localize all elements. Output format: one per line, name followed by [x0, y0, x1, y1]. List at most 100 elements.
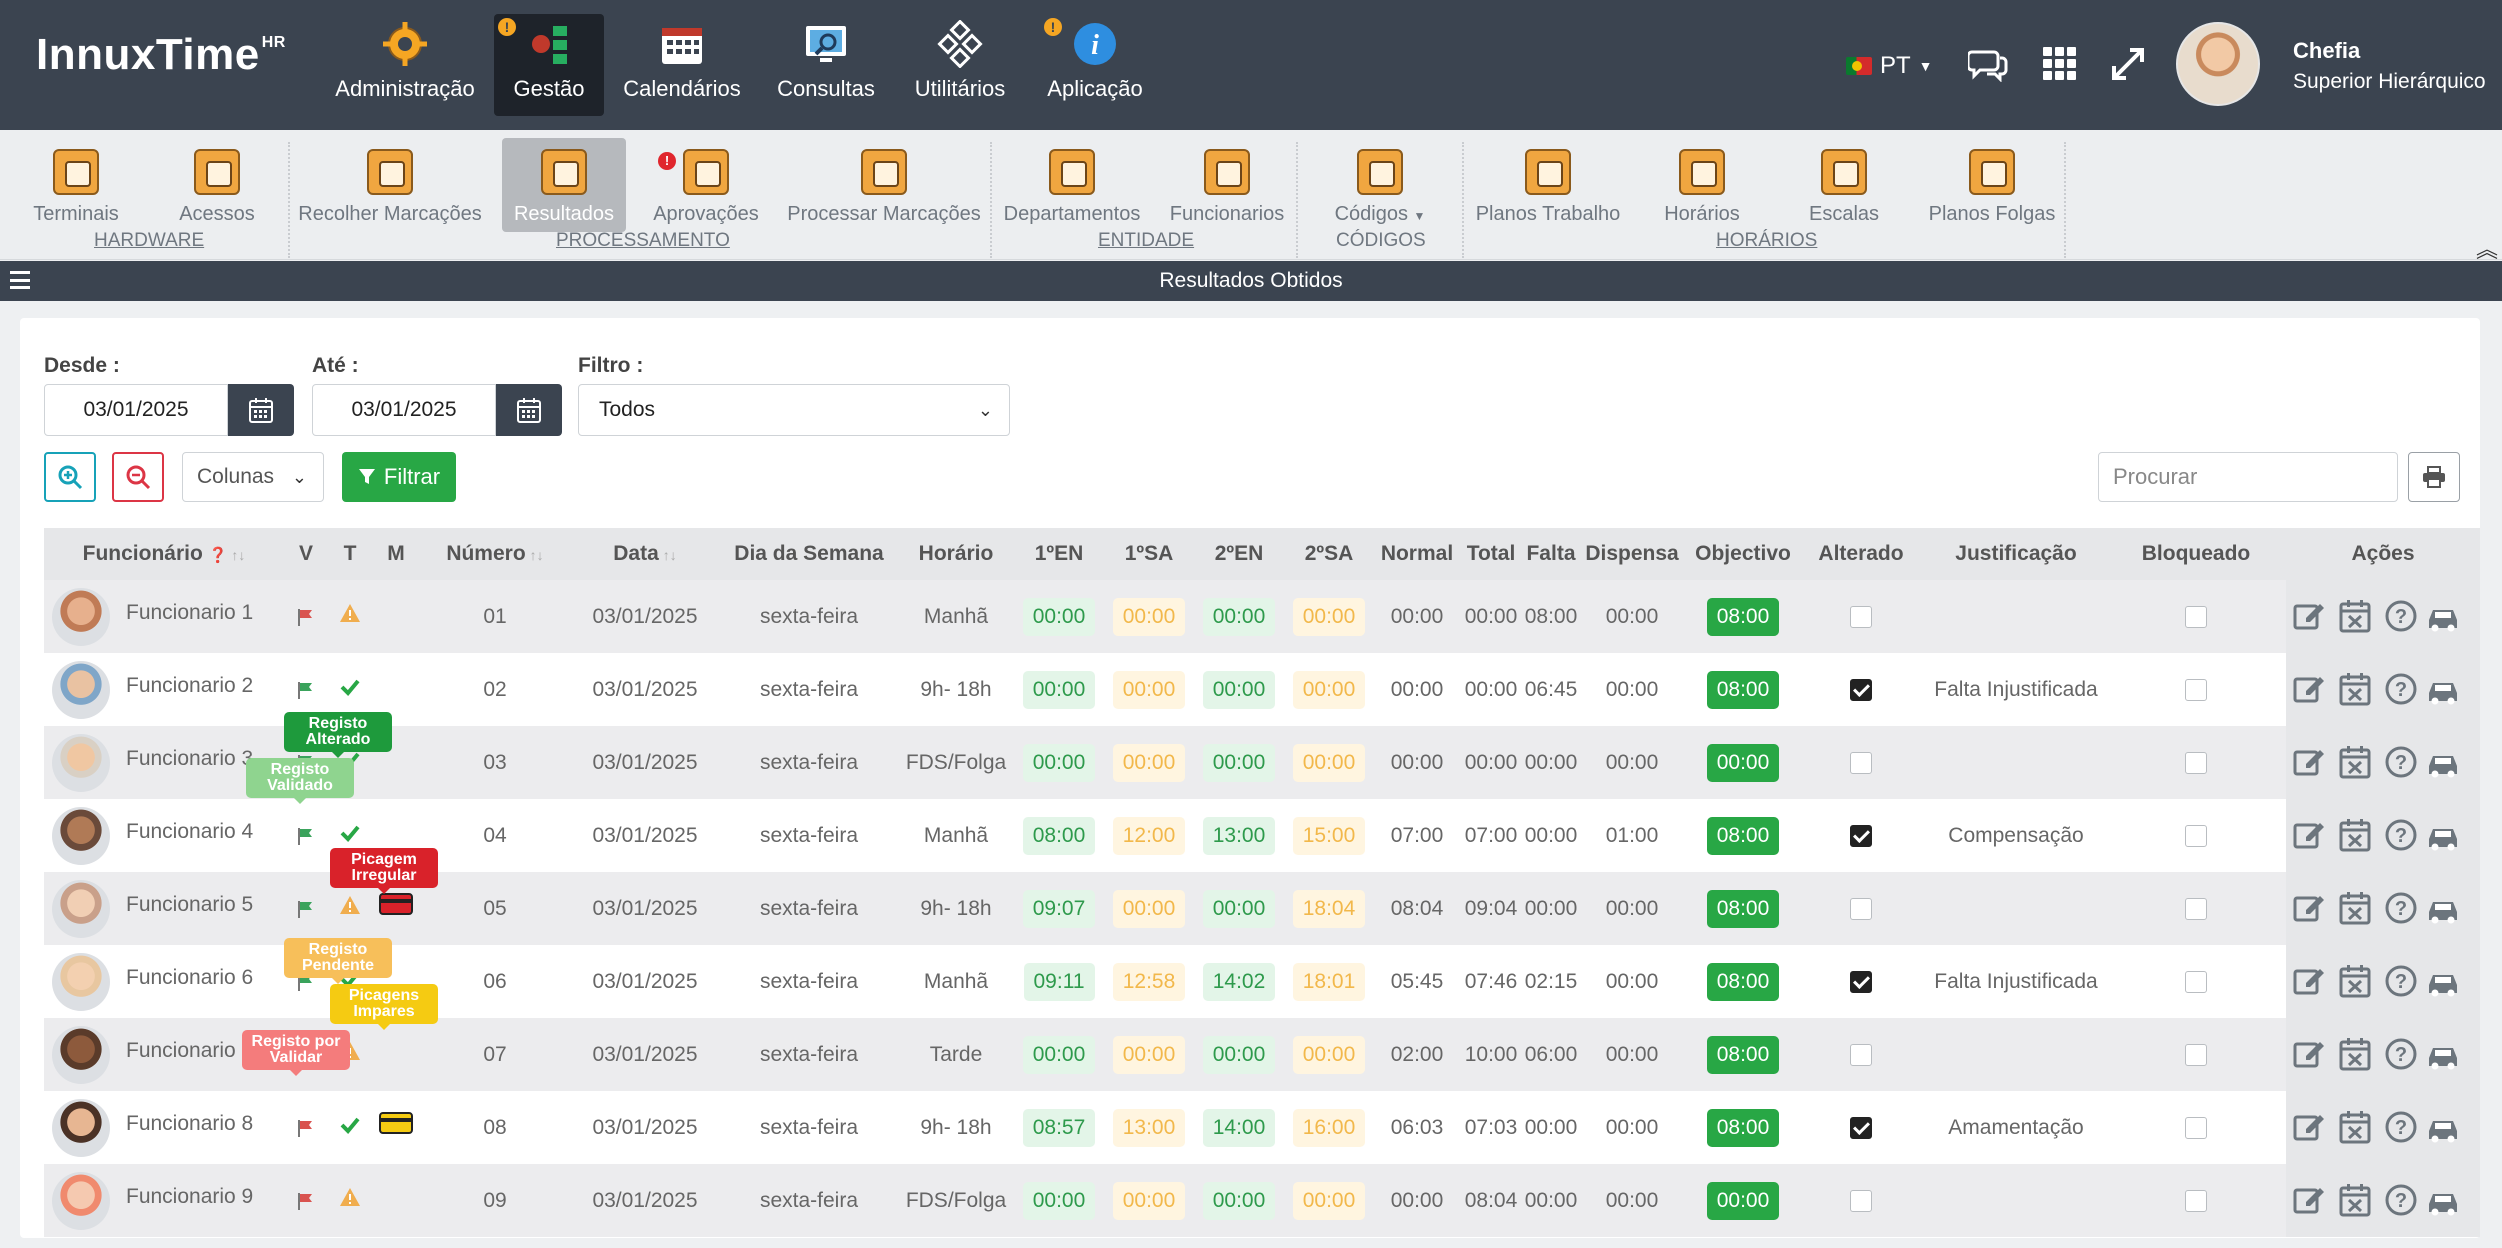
apps-grid-icon[interactable] [2042, 46, 2078, 82]
employee-cell[interactable]: Funcionario 4 [44, 799, 284, 872]
bloqueado-checkbox[interactable] [2185, 606, 2207, 629]
2sa-value[interactable]: 00:00 [1292, 1036, 1366, 1074]
edit-icon[interactable] [2292, 890, 2326, 926]
1en-value[interactable]: 09:11 [1023, 963, 1095, 1001]
col-justificacao[interactable]: Justificação [1920, 528, 2112, 580]
user-avatar[interactable] [2176, 22, 2260, 106]
search-input[interactable]: Procurar [2098, 452, 2398, 502]
edit-icon[interactable] [2292, 963, 2326, 999]
delete-calendar-icon[interactable] [2338, 1182, 2372, 1218]
help-circle-icon[interactable]: ? [2384, 963, 2418, 999]
nav-administracao[interactable]: Administração [332, 14, 478, 116]
group-entidade[interactable]: ENTIDADE [1098, 230, 1194, 252]
delete-calendar-icon[interactable] [2338, 817, 2372, 853]
delete-calendar-icon[interactable] [2338, 1036, 2372, 1072]
2en-value[interactable]: 00:00 [1202, 671, 1276, 709]
1sa-value[interactable]: 00:00 [1112, 744, 1186, 782]
help-circle-icon[interactable]: ? [2384, 890, 2418, 926]
group-hardware[interactable]: HARDWARE [94, 230, 204, 252]
car-icon[interactable] [2426, 671, 2460, 707]
ribbon-aprovacoes[interactable]: ! Aprovações [650, 138, 762, 232]
1en-value[interactable]: 00:00 [1022, 744, 1096, 782]
1sa-value[interactable]: 00:00 [1112, 890, 1186, 928]
col-1en[interactable]: 1ºEN [1014, 528, 1104, 580]
col-normal[interactable]: Normal [1374, 528, 1460, 580]
help-circle-icon[interactable]: ? [2384, 744, 2418, 780]
col-alterado[interactable]: Alterado [1802, 528, 1920, 580]
ribbon-planos-folgas[interactable]: Planos Folgas [1926, 138, 2058, 232]
language-selector[interactable]: PT ▼ [1846, 52, 1933, 80]
car-icon[interactable] [2426, 744, 2460, 780]
1sa-value[interactable]: 00:00 [1112, 671, 1186, 709]
ribbon-processar-marcacoes[interactable]: Processar Marcações [787, 138, 981, 232]
ribbon-planos-trabalho[interactable]: Planos Trabalho [1474, 138, 1622, 232]
ate-calendar-button[interactable] [496, 384, 562, 436]
table-row[interactable]: Funcionario 8 08 03/01/2025 sexta-feira 9h- … [44, 1091, 2480, 1164]
edit-icon[interactable] [2292, 1109, 2326, 1145]
flag-red-icon[interactable] [296, 607, 316, 627]
1sa-value[interactable]: 00:00 [1112, 1036, 1186, 1074]
col-funcionario[interactable]: Funcionário ❓ ↑↓ [44, 528, 284, 580]
flag-red-icon[interactable] [296, 1191, 316, 1211]
alterado-checkbox[interactable] [1850, 606, 1872, 629]
ribbon-terminais[interactable]: Terminais [30, 138, 122, 232]
bloqueado-checkbox[interactable] [2185, 752, 2207, 775]
nav-consultas[interactable]: Consultas [770, 14, 882, 116]
2en-value[interactable]: 13:00 [1202, 817, 1276, 855]
help-circle-icon[interactable]: ? [2384, 1036, 2418, 1072]
car-icon[interactable] [2426, 890, 2460, 926]
2sa-value[interactable]: 18:01 [1292, 963, 1366, 1001]
delete-calendar-icon[interactable] [2338, 744, 2372, 780]
flag-green-icon[interactable] [296, 826, 316, 846]
1sa-value[interactable]: 13:00 [1112, 1109, 1186, 1147]
fullscreen-icon[interactable] [2110, 46, 2146, 82]
2sa-value[interactable]: 00:00 [1292, 671, 1366, 709]
1en-value[interactable]: 08:00 [1022, 817, 1096, 855]
col-dispensa[interactable]: Dispensa [1580, 528, 1684, 580]
print-button[interactable] [2408, 452, 2460, 502]
desde-date-input[interactable]: 03/01/2025 [44, 384, 228, 436]
edit-icon[interactable] [2292, 671, 2326, 707]
col-objectivo[interactable]: Objectivo [1684, 528, 1802, 580]
bloqueado-checkbox[interactable] [2185, 1117, 2207, 1140]
bloqueado-checkbox[interactable] [2185, 679, 2207, 702]
nav-aplicacao[interactable]: ! i Aplicação [1040, 14, 1150, 116]
col-data[interactable]: Data ↑↓ [570, 528, 720, 580]
bloqueado-checkbox[interactable] [2185, 898, 2207, 921]
edit-icon[interactable] [2292, 1182, 2326, 1218]
2en-value[interactable]: 14:02 [1202, 963, 1276, 1001]
bloqueado-checkbox[interactable] [2185, 1044, 2207, 1067]
flag-green-icon[interactable] [296, 899, 316, 919]
1en-value[interactable]: 00:00 [1022, 1036, 1096, 1074]
flag-green-icon[interactable] [296, 680, 316, 700]
2en-value[interactable]: 14:00 [1202, 1109, 1276, 1147]
col-v[interactable]: V [284, 528, 328, 580]
ribbon-funcionarios[interactable]: Funcionarios [1168, 138, 1286, 232]
car-icon[interactable] [2426, 1182, 2460, 1218]
desde-calendar-button[interactable] [228, 384, 294, 436]
1en-value[interactable]: 08:57 [1022, 1109, 1096, 1147]
car-icon[interactable] [2426, 817, 2460, 853]
nav-calendarios[interactable]: Calendários [620, 14, 744, 116]
edit-icon[interactable] [2292, 598, 2326, 634]
nav-utilitarios[interactable]: Utilitários [906, 14, 1014, 116]
alterado-checkbox[interactable] [1850, 679, 1872, 702]
col-1sa[interactable]: 1ºSA [1104, 528, 1194, 580]
2sa-value[interactable]: 00:00 [1292, 598, 1366, 636]
1sa-value[interactable]: 12:00 [1112, 817, 1186, 855]
group-horarios[interactable]: HORÁRIOS [1716, 230, 1817, 252]
employee-cell[interactable]: Funcionario 9 [44, 1164, 284, 1237]
bloqueado-checkbox[interactable] [2185, 1190, 2207, 1213]
help-circle-icon[interactable]: ? [2384, 598, 2418, 634]
col-numero[interactable]: Número ↑↓ [420, 528, 570, 580]
alterado-checkbox[interactable] [1850, 1117, 1872, 1140]
edit-icon[interactable] [2292, 1036, 2326, 1072]
nav-gestao[interactable]: ! Gestão [494, 14, 604, 116]
alterado-checkbox[interactable] [1850, 971, 1872, 994]
employee-cell[interactable]: Funcionario 5 [44, 872, 284, 945]
col-2sa[interactable]: 2ºSA [1284, 528, 1374, 580]
delete-calendar-icon[interactable] [2338, 1109, 2372, 1145]
delete-calendar-icon[interactable] [2338, 598, 2372, 634]
alterado-checkbox[interactable] [1850, 898, 1872, 921]
col-horario[interactable]: Horário [898, 528, 1014, 580]
